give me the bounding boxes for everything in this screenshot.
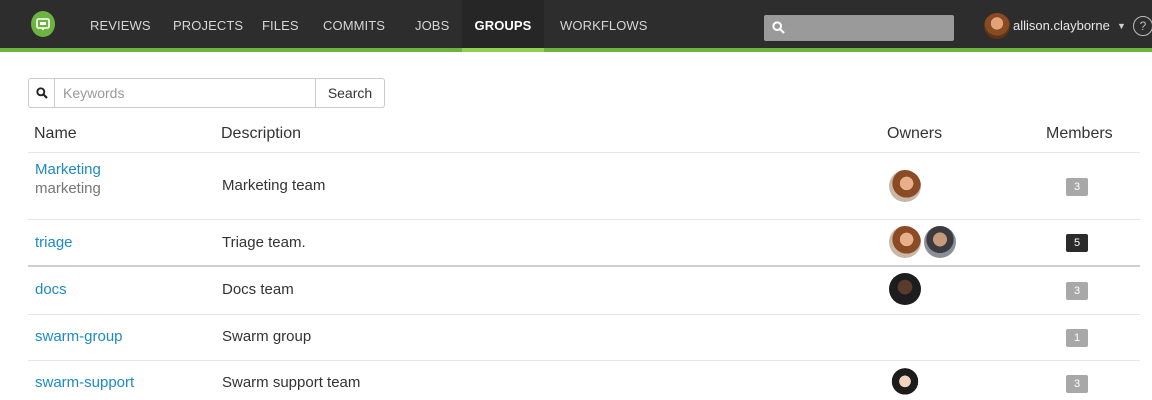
user-menu-name[interactable]: allison.clayborne	[1013, 0, 1110, 52]
group-name-link[interactable]: swarm-group	[35, 328, 123, 345]
table-row[interactable]: Marketing marketing Marketing team 3	[0, 153, 1152, 219]
table-row[interactable]: swarm-group Swarm group 1	[0, 315, 1152, 360]
column-header-members: Members	[1046, 125, 1113, 142]
table-row[interactable]: triage Triage team. 5	[0, 220, 1152, 266]
top-navbar: REVIEWS PROJECTS FILES COMMITS JOBS GROU…	[0, 0, 1152, 52]
keywords-input[interactable]	[54, 78, 316, 108]
search-icon	[772, 21, 785, 34]
chevron-down-icon[interactable]: ▼	[1117, 21, 1126, 31]
group-id: marketing	[35, 180, 101, 197]
owner-avatar[interactable]	[889, 273, 921, 305]
nav-groups[interactable]: GROUPS	[462, 0, 544, 52]
group-name-link[interactable]: triage	[35, 234, 73, 251]
nav-files[interactable]: FILES	[250, 0, 311, 48]
column-header-owners: Owners	[887, 125, 943, 142]
group-description: Swarm support team	[222, 374, 361, 391]
group-search-form: Search	[28, 78, 385, 108]
nav-reviews[interactable]: REVIEWS	[78, 0, 163, 48]
members-count-badge: 5	[1066, 234, 1088, 252]
members-count-badge: 3	[1066, 375, 1088, 393]
owner-avatar[interactable]	[889, 367, 921, 399]
group-name-link[interactable]: docs	[35, 281, 67, 298]
owner-avatar[interactable]	[924, 226, 956, 258]
table-row[interactable]: docs Docs team 3	[0, 267, 1152, 314]
nav-jobs[interactable]: JOBS	[403, 0, 461, 48]
column-header-name[interactable]: Name	[34, 125, 77, 143]
search-button[interactable]: Search	[316, 78, 385, 108]
owners-list	[889, 226, 956, 258]
nav-projects[interactable]: PROJECTS	[161, 0, 255, 48]
user-avatar[interactable]	[984, 13, 1010, 39]
members-count-badge: 1	[1066, 329, 1088, 347]
group-name-link[interactable]: Marketing	[35, 161, 101, 178]
owner-avatar[interactable]	[889, 170, 921, 202]
group-description: Marketing team	[222, 177, 326, 194]
swarm-logo-icon[interactable]	[31, 11, 55, 37]
global-search-input[interactable]	[764, 15, 954, 41]
members-count-badge: 3	[1066, 178, 1088, 196]
owners-list	[889, 170, 921, 202]
nav-commits[interactable]: COMMITS	[311, 0, 397, 48]
owners-list	[889, 273, 921, 305]
group-description: Swarm group	[222, 328, 312, 345]
group-description: Docs team	[222, 281, 294, 298]
owners-list	[889, 367, 921, 399]
group-name-link[interactable]: swarm-support	[35, 374, 134, 391]
group-description: Triage team.	[222, 234, 306, 251]
owner-avatar[interactable]	[889, 226, 921, 258]
column-header-description[interactable]: Description	[221, 125, 301, 143]
help-icon[interactable]: ?	[1133, 16, 1152, 36]
table-row[interactable]: swarm-support Swarm support team 3	[0, 361, 1152, 400]
search-icon	[28, 78, 54, 108]
nav-workflows[interactable]: WORKFLOWS	[548, 0, 660, 48]
members-count-badge: 3	[1066, 282, 1088, 300]
